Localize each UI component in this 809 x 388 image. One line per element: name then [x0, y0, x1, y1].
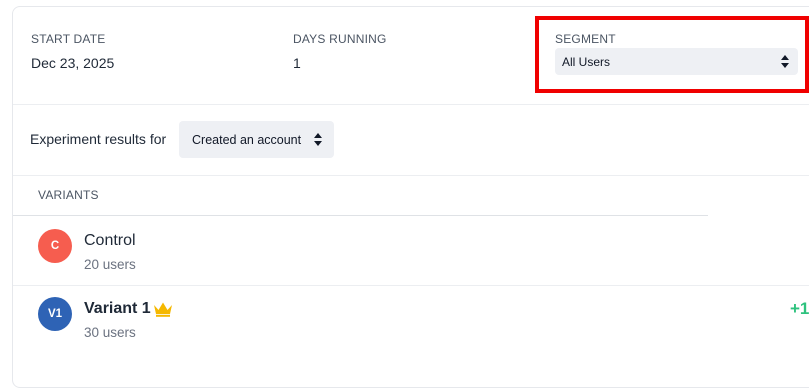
divider	[13, 285, 809, 286]
days-running-label: DAYS RUNNING	[293, 32, 387, 46]
variant-avatar-v1: V1	[38, 297, 72, 331]
sort-arrows-icon	[314, 133, 322, 146]
variants-header: VARIANTS	[38, 188, 99, 202]
divider	[13, 175, 809, 176]
start-date-label: START DATE	[31, 32, 106, 46]
start-date-value: Dec 23, 2025	[31, 55, 115, 71]
variant-lift-v1: +1	[790, 299, 809, 318]
variant-name-control: Control	[84, 232, 136, 249]
variant-name-v1: Variant 1	[84, 300, 151, 317]
variant-users-v1: 30 users	[84, 325, 136, 340]
variant-users-control: 20 users	[84, 257, 136, 272]
event-select-value: Created an account	[192, 132, 302, 147]
event-select[interactable]: Created an account	[179, 121, 334, 158]
days-running-value: 1	[293, 55, 301, 71]
divider	[13, 215, 708, 216]
divider	[13, 104, 809, 105]
results-for-label: Experiment results for	[30, 131, 167, 147]
variant-avatar-control: C	[38, 229, 72, 263]
segment-highlight-box	[535, 16, 809, 93]
crown-icon	[154, 302, 172, 317]
